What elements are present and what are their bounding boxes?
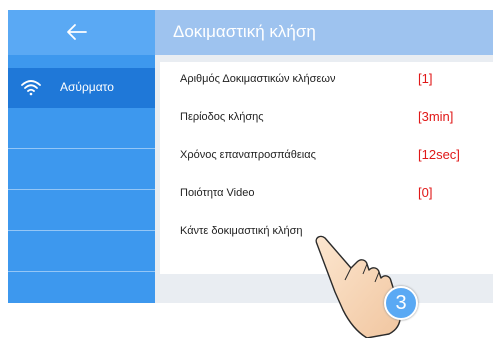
back-button[interactable] (8, 10, 155, 55)
setting-label: Κάντε δοκιμαστική κλήση (180, 225, 303, 237)
pointing-hand-icon (315, 235, 401, 338)
wifi-icon (21, 80, 41, 96)
setting-label: Αριθμός Δοκιμαστικών κλήσεων (180, 73, 336, 85)
setting-value: [1] (418, 71, 433, 86)
sidebar: Ασύρματο (8, 10, 155, 303)
page-header: Δοκιμαστική κλήση (155, 10, 493, 55)
sidebar-item-label: Ασύρματο (60, 80, 114, 94)
setting-row-test-call-count[interactable]: Αριθμός Δοκιμαστικών κλήσεων [1] (160, 62, 493, 100)
setting-label: Ποιότητα Video (180, 187, 255, 199)
setting-row-video-quality[interactable]: Ποιότητα Video [0] (160, 176, 493, 214)
setting-label: Χρόνος επαναπροσπάθειας (180, 149, 316, 161)
step-number: 3 (395, 292, 407, 314)
step-badge: 3 (384, 286, 418, 320)
sidebar-empty-item (8, 272, 155, 303)
sidebar-empty-item (8, 149, 155, 190)
setting-value: [3min] (418, 109, 454, 124)
page-title: Δοκιμαστική κλήση (173, 22, 316, 41)
setting-row-retry-time[interactable]: Χρόνος επαναπροσπάθειας [12sec] (160, 138, 493, 176)
setting-label: Περίοδος κλήσης (180, 111, 264, 123)
sidebar-empty-item (8, 190, 155, 231)
back-arrow-icon (67, 24, 87, 40)
sidebar-item-wireless[interactable]: Ασύρματο (8, 68, 155, 108)
setting-value: [12sec] (418, 147, 460, 162)
setting-row-call-period[interactable]: Περίοδος κλήσης [3min] (160, 100, 493, 138)
sidebar-empty-item (8, 108, 155, 149)
sidebar-empty-item (8, 231, 155, 272)
setting-value: [0] (418, 185, 433, 200)
